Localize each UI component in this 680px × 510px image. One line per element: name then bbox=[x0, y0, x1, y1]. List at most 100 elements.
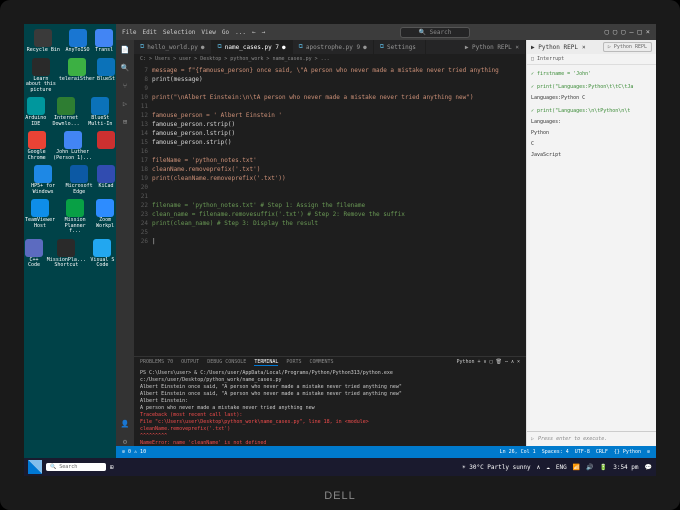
repl-interrupt[interactable]: □ Interrupt bbox=[527, 54, 656, 65]
terminal-panel: PROBLEMS 70 OUTPUT DEBUG CONSOLE TERMINAL PO… bbox=[134, 356, 526, 446]
desktop-icon[interactable]: Microsoft Edge bbox=[62, 164, 96, 196]
repl-button[interactable]: ▷ Python REPL bbox=[603, 42, 652, 52]
desktop-icon[interactable]: Internet Downlo... bbox=[48, 96, 85, 128]
volume-icon[interactable]: 🔊 bbox=[586, 464, 593, 471]
menu-item[interactable]: View bbox=[201, 29, 215, 36]
extensions-icon[interactable]: ⊞ bbox=[123, 118, 127, 126]
desktop-icon[interactable]: Google Chrome bbox=[24, 130, 49, 162]
windows-taskbar: 🔍 Search ⊞ ☀ 30°C Partly sunny ∧ ☁ ENG 📶… bbox=[24, 458, 656, 476]
layout-icon[interactable]: ▢ bbox=[613, 28, 617, 36]
editor-tab[interactable]: ⧉apostrophe.py 9 ● bbox=[293, 40, 374, 54]
account-icon[interactable]: 👤 bbox=[121, 420, 130, 428]
editor-tab[interactable]: ⧉Settings bbox=[374, 40, 426, 54]
onedrive-icon[interactable]: ☁ bbox=[546, 464, 550, 471]
task-view-icon[interactable]: ⊞ bbox=[110, 464, 114, 471]
editor-tab[interactable]: ⧉hello_world.py ● bbox=[134, 40, 212, 54]
menu-item[interactable]: → bbox=[262, 29, 266, 36]
panel-tab[interactable]: OUTPUT bbox=[181, 359, 199, 366]
close-icon[interactable]: × bbox=[646, 28, 650, 36]
command-search[interactable]: 🔍 Search bbox=[400, 27, 471, 38]
editor[interactable]: 7message = f"{famouse_person} once said,… bbox=[134, 64, 526, 356]
vscode-window: FileEditSelectionViewGo...←→ 🔍 Search ▢ … bbox=[116, 24, 656, 458]
taskbar-search[interactable]: 🔍 Search bbox=[46, 463, 106, 471]
search-icon[interactable]: 🔍 bbox=[121, 64, 130, 72]
breadcrumbs[interactable]: C: > Users > user > Desktop > python_wor… bbox=[134, 54, 526, 64]
desktop-icon[interactable]: KiCad bbox=[96, 164, 116, 196]
clock[interactable]: 3:54 pm bbox=[613, 464, 638, 471]
terminal-output[interactable]: PS C:\Users\user> & C:/Users/user/AppDat… bbox=[134, 368, 526, 446]
editor-tab[interactable]: ⧉name_cases.py 7 ● bbox=[212, 40, 293, 54]
status-bar: ⊘ 0 ⚠ 10 Ln 26, Col 1 Spaces: 4 UTF-8 CRLF {… bbox=[116, 446, 656, 458]
desktop-icon[interactable]: Visual S Code bbox=[89, 238, 116, 270]
terminal-shell-picker[interactable]: Python + ∨ □ 🗑 ⋯ ∧ × bbox=[456, 359, 520, 366]
layout-icon[interactable]: ▢ bbox=[605, 28, 609, 36]
repl-line: ✓ print("Languages:\n\tPython\n\t bbox=[531, 106, 652, 117]
status-item[interactable]: CRLF bbox=[596, 449, 608, 455]
menu-item[interactable]: Go bbox=[222, 29, 229, 36]
gear-icon[interactable]: ⚙ bbox=[123, 438, 127, 446]
menu-item[interactable]: ... bbox=[235, 29, 246, 36]
desktop-icon[interactable]: TeamViewer Host bbox=[24, 198, 56, 236]
desktop-icon[interactable]: teleraiSther bbox=[58, 57, 96, 95]
repl-line: JavaScript bbox=[531, 150, 652, 161]
desktop-icon[interactable]: Transl bbox=[94, 28, 114, 55]
desktop-icon[interactable]: Recycle Bin bbox=[26, 28, 61, 55]
lang-indicator[interactable]: ENG bbox=[556, 464, 567, 471]
status-item[interactable]: {} Python bbox=[614, 449, 641, 455]
desktop-icon[interactable]: AnyToISO bbox=[64, 28, 90, 55]
panel-tab[interactable]: TERMINAL bbox=[254, 359, 278, 366]
start-button[interactable] bbox=[28, 460, 42, 474]
repl-line: Languages:Python C bbox=[531, 93, 652, 104]
laptop-brand: DELL bbox=[324, 490, 356, 502]
status-item[interactable]: Ln 26, Col 1 bbox=[500, 449, 536, 455]
battery-icon[interactable]: 🔋 bbox=[600, 464, 607, 471]
desktop-icon[interactable]: Arduino IDE bbox=[24, 96, 48, 128]
menu-item[interactable]: File bbox=[122, 29, 136, 36]
desktop-icon[interactable]: HP5+ for Windows bbox=[24, 164, 62, 196]
activity-bar: 📄 🔍 ⑂ ▷ ⊞ 👤 ⚙ bbox=[116, 40, 134, 446]
panel-tab[interactable]: PORTS bbox=[286, 359, 301, 366]
desktop-icon[interactable] bbox=[96, 130, 116, 162]
repl-hint: Press enter to execute. bbox=[538, 436, 607, 442]
wifi-icon[interactable]: 📶 bbox=[573, 464, 580, 471]
repl-line: C bbox=[531, 139, 652, 150]
weather-widget[interactable]: ☀ 30°C Partly sunny bbox=[462, 464, 531, 471]
titlebar: FileEditSelectionViewGo...←→ 🔍 Search ▢ … bbox=[116, 24, 656, 40]
layout-icon[interactable]: ▢ bbox=[621, 28, 625, 36]
desktop-icons: Recycle BinAnyToISOTransl Learn about thi… bbox=[24, 24, 116, 458]
panel-tab[interactable]: COMMENTS bbox=[309, 359, 333, 366]
desktop-icon[interactable]: MissionPla... Shortcut bbox=[44, 238, 89, 270]
menu-item[interactable]: Selection bbox=[163, 29, 196, 36]
desktop-icon[interactable]: BlueSt bbox=[96, 57, 116, 95]
debug-icon[interactable]: ▷ bbox=[123, 100, 127, 108]
status-item[interactable]: ⊘ 0 ⚠ 10 bbox=[122, 449, 146, 455]
desktop-icon[interactable]: Mission Planner f... bbox=[56, 198, 94, 236]
repl-line: ✓ print("Languages:Python\t\tC\tJa bbox=[531, 82, 652, 93]
tray-icon[interactable]: ∧ bbox=[537, 464, 541, 471]
desktop-icon[interactable]: BlueSt Multi-In bbox=[85, 96, 116, 128]
repl-tab-strip[interactable]: ▶ Python REPL × bbox=[459, 40, 526, 54]
repl-line: Languages: bbox=[531, 117, 652, 128]
menu-item[interactable]: ← bbox=[252, 29, 256, 36]
desktop-icon[interactable]: Learn about this picture bbox=[24, 57, 58, 95]
explorer-icon[interactable]: 📄 bbox=[121, 46, 130, 54]
repl-tab[interactable]: ▶ Python REPL bbox=[531, 44, 578, 51]
minimize-icon[interactable]: — bbox=[629, 28, 633, 36]
notifications-icon[interactable]: 💬 bbox=[645, 464, 652, 471]
repl-run-icon[interactable]: ▷ bbox=[531, 436, 534, 442]
desktop-icon[interactable]: Zoom Workpl bbox=[94, 198, 116, 236]
repl-line: Python bbox=[531, 128, 652, 139]
maximize-icon[interactable]: □ bbox=[638, 28, 642, 36]
panel-tab[interactable]: PROBLEMS 70 bbox=[140, 359, 173, 366]
source-control-icon[interactable]: ⑂ bbox=[123, 82, 127, 90]
menu-item[interactable]: Edit bbox=[142, 29, 156, 36]
status-item[interactable]: UTF-8 bbox=[575, 449, 590, 455]
status-item[interactable]: ⊘ bbox=[647, 449, 650, 455]
panel-tab[interactable]: DEBUG CONSOLE bbox=[207, 359, 246, 366]
python-repl-panel: ▶ Python REPL × ▷ Python REPL □ Interrup… bbox=[526, 40, 656, 446]
repl-close-icon[interactable]: × bbox=[582, 44, 586, 51]
desktop-icon[interactable]: C++ Code bbox=[24, 238, 44, 270]
desktop-icon[interactable]: John Luther (Person 1)... bbox=[49, 130, 96, 162]
repl-line: ✓ firstname = 'John' bbox=[531, 69, 652, 80]
status-item[interactable]: Spaces: 4 bbox=[542, 449, 569, 455]
